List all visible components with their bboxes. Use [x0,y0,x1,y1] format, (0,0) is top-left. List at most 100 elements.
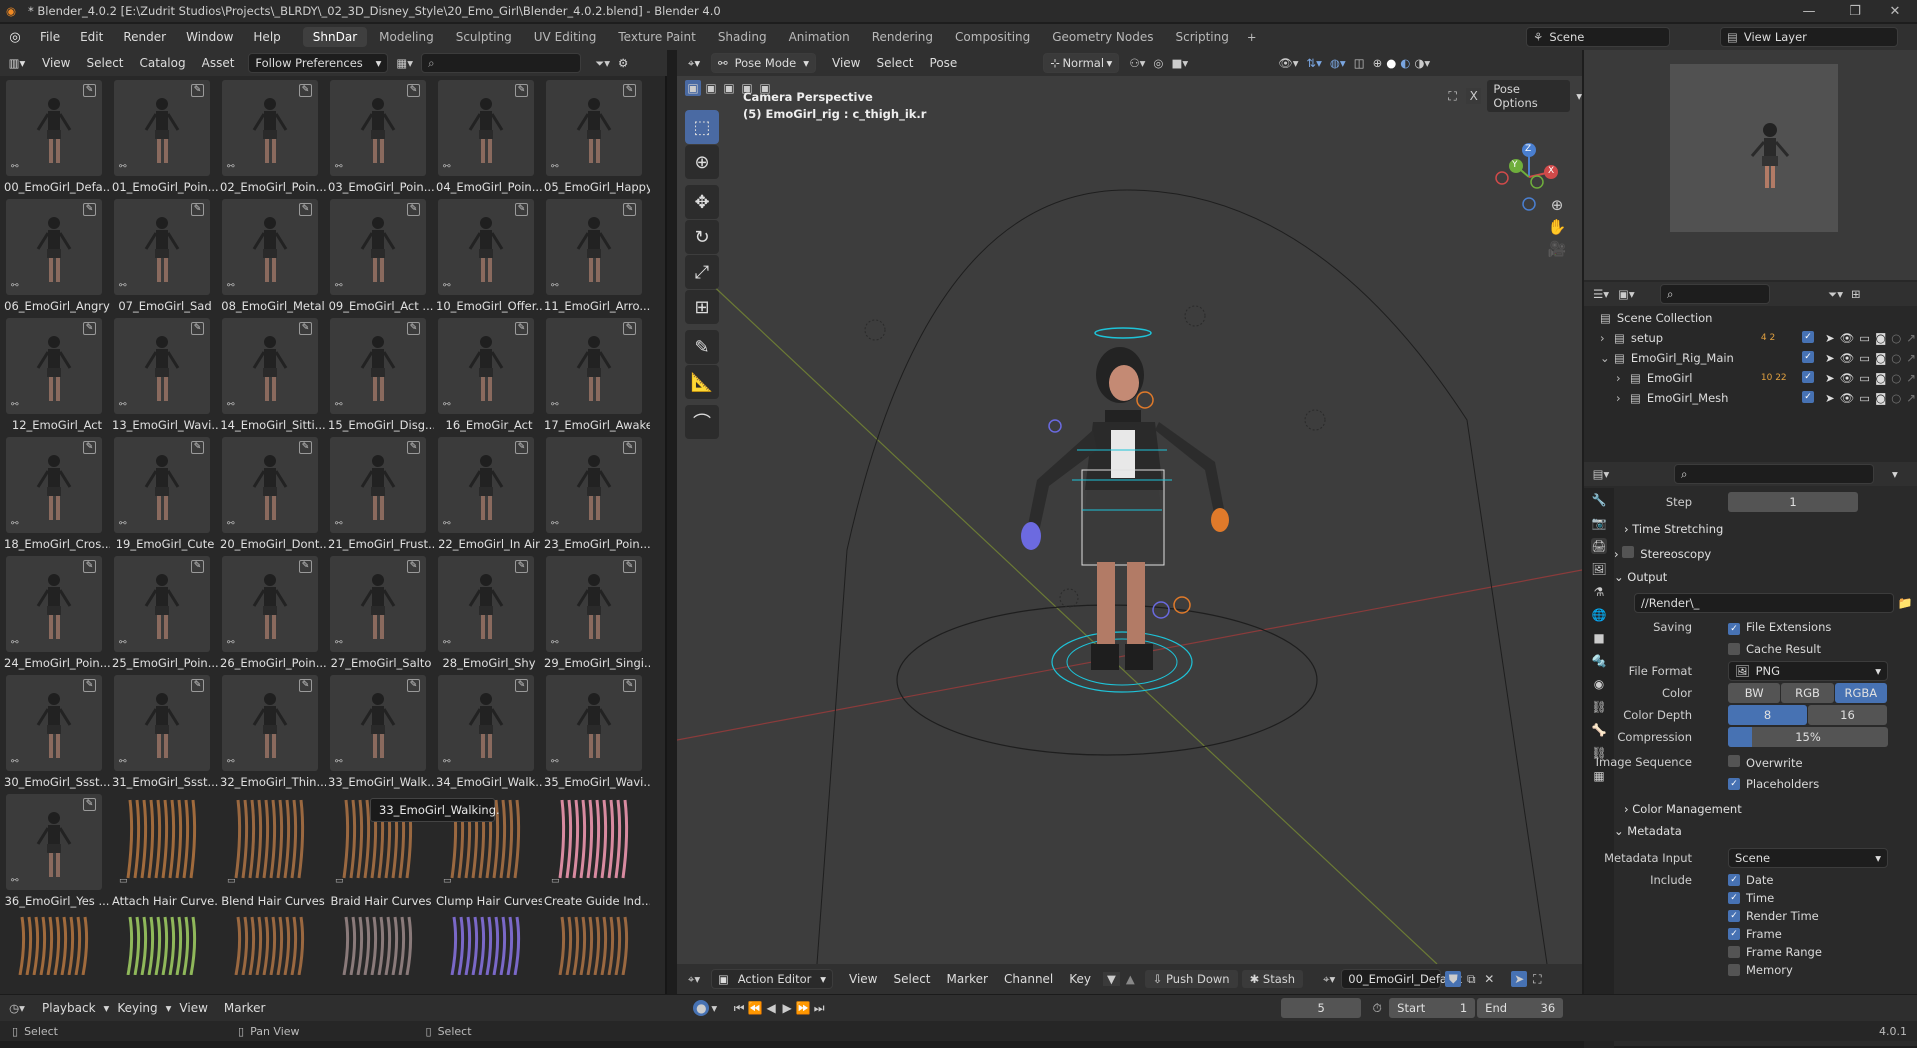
asset-tile[interactable]: ✎ ⚯ 16_EmoGir_Act [436,318,536,435]
tab-shndar[interactable]: ShnDar [302,27,368,47]
shading-material-icon[interactable]: ◐ [1400,56,1410,70]
bone-tab-icon[interactable]: 🦴 [1591,722,1607,738]
asset-tile[interactable]: ✎ ⚯ 33_EmoGirl_Walk... [328,675,434,792]
edit-icon[interactable]: ✎ [515,322,528,335]
include-toggle[interactable]: ✓ Time [1728,888,1774,908]
asset-tile[interactable]: ▭ Create Guide Ind... [544,794,650,911]
chevron-down-icon[interactable]: ▾ [1892,467,1898,481]
up-arrow-icon[interactable]: ▲ [1126,972,1135,986]
edit-icon[interactable]: ✎ [407,203,420,216]
ae-menu-key[interactable]: Key [1061,970,1099,988]
next-keyframe-icon[interactable]: ⏩ [795,1000,811,1016]
fake-user-icon[interactable]: ⛊ [1445,971,1462,987]
output-path-field[interactable]: //Render\_ [1634,593,1894,613]
asset-tile[interactable]: ✎ ⚯ 01_EmoGirl_Poin... [112,80,218,197]
edit-icon[interactable]: ✎ [191,84,204,97]
file-format-dropdown[interactable]: 🖼 PNG ▾ [1728,661,1888,681]
edit-icon[interactable]: ✎ [623,441,636,454]
asset-tile[interactable]: ✎ ⚯ 29_EmoGirl_Singi... [544,556,650,673]
asset-tile[interactable]: ✎ ⚯ 23_EmoGirl_Poin... [544,437,650,554]
include-toggle[interactable]: ✓ Frame [1728,924,1782,944]
pose-tool-icon[interactable]: ⌒ [685,405,719,439]
xray-icon[interactable]: ◫ [1354,56,1365,70]
only-selected-icon[interactable]: ➤ [1511,971,1528,987]
outliner-row[interactable]: ⌄ ▤ EmoGirl_Rig_Main ✓ ➤ 👁 ▭ ◙ ○ ↗ [1584,348,1917,368]
asset-tile[interactable]: ✎ ⚯ 20_EmoGirl_Dont... [220,437,326,554]
asset-search-input[interactable]: ⌕ [421,53,582,73]
editor-type-icon[interactable]: ⌖▾ [677,56,711,71]
asset-thumbnail[interactable] [114,913,210,975]
edit-icon[interactable]: ✎ [299,441,312,454]
exclude-checkbox[interactable]: ✓ [1802,371,1814,383]
monitor-icon[interactable]: ▭ [1859,331,1870,345]
object-tab-icon[interactable]: ■ [1591,630,1607,646]
edit-icon[interactable]: ✎ [83,679,96,692]
asset-tile[interactable]: ✎ ⚯ 09_EmoGirl_Act ... [328,199,433,316]
transform-tool-icon[interactable]: ⊞ [685,290,719,324]
edit-icon[interactable]: ✎ [299,560,312,573]
asset-tile[interactable]: ✎ ⚯ 19_EmoGirl_Cute [112,437,214,554]
tab-geometry-nodes[interactable]: Geometry Nodes [1042,27,1163,47]
edit-icon[interactable]: ✎ [191,322,204,335]
eye-icon[interactable]: 👁 [1840,391,1855,405]
eye-icon[interactable]: 👁 [1840,351,1855,365]
select-arrow-icon[interactable]: ➤ [1825,371,1835,385]
action-browse-icon[interactable]: ⌖▾ [1323,972,1335,987]
action-editor-mode-dropdown[interactable]: ▣ Action Editor ▾ [711,969,833,989]
outliner-row[interactable]: › ▤ setup 4 2 ✓ ➤ 👁 ▭ ◙ ○ ↗ [1584,328,1917,348]
color-management-panel[interactable]: › Color Management [1624,802,1742,816]
asset-thumbnail[interactable] [6,913,102,975]
asset-tile[interactable]: ✎ ⚯ 10_EmoGirl_Offer... [436,199,542,316]
edit-icon[interactable]: ✎ [407,679,420,692]
camera-view-icon[interactable]: 🎥 [1548,240,1567,258]
measure-tool-icon[interactable]: 📐 [685,365,719,399]
vp-menu-pose[interactable]: Pose [922,54,966,72]
folder-icon[interactable]: 📁 [1897,595,1913,611]
expand-arrow-icon[interactable]: ⌄ [1600,351,1614,365]
edit-icon[interactable]: ✎ [83,84,96,97]
current-frame-field[interactable]: 5 [1281,998,1362,1018]
edit-icon[interactable]: ✎ [515,441,528,454]
outliner-scene-collection[interactable]: ▤ Scene Collection [1584,308,1917,328]
include-toggle[interactable]: Frame Range [1728,942,1822,962]
include-toggle[interactable]: Memory [1728,960,1793,980]
asset-thumbnail[interactable] [438,913,534,975]
annotate-tool-icon[interactable]: ✎ [685,330,719,364]
indirect-icon[interactable]: ↗ [1906,331,1916,345]
edit-icon[interactable]: ✎ [407,322,420,335]
overwrite-toggle[interactable]: Overwrite [1728,754,1803,770]
indirect-icon[interactable]: ↗ [1906,391,1916,405]
action-name-field[interactable]: 00_EmoGirl_Default [1341,969,1462,989]
ae-menu-select[interactable]: Select [885,970,938,988]
close-icon[interactable]: ✕ [1872,0,1917,22]
edit-icon[interactable]: ✎ [623,322,636,335]
cache-result-toggle[interactable]: Cache Result [1728,639,1821,659]
library-dropdown[interactable]: Follow Preferences ▾ [248,53,389,73]
scale-tool-icon[interactable]: ⤢ [685,255,719,289]
exclude-checkbox[interactable]: ✓ [1802,391,1814,403]
step-field[interactable]: 1 [1728,492,1858,512]
tab-scripting[interactable]: Scripting [1165,27,1238,47]
timeline-menu-view[interactable]: View [171,999,215,1017]
stereoscopy-checkbox[interactable] [1622,546,1635,558]
menu-file[interactable]: File [30,30,70,44]
compression-slider[interactable]: 15% [1728,727,1888,747]
unlink-action-icon[interactable]: ✕ [1481,971,1497,987]
tab-sculpting[interactable]: Sculpting [446,27,522,47]
tab-modeling[interactable]: Modeling [369,27,444,47]
asset-tile[interactable]: ✎ ⚯ 28_EmoGirl_Shy [436,556,536,673]
edit-icon[interactable]: ✎ [623,203,636,216]
add-workspace-icon[interactable]: + [1241,30,1263,44]
asset-tile[interactable]: ✎ ⚯ 04_EmoGirl_Poin... [436,80,542,197]
file-extensions-toggle[interactable]: ✓ File Extensions [1728,620,1831,635]
vp-menu-select[interactable]: Select [868,54,921,72]
shading-solid-icon[interactable]: ● [1386,56,1396,70]
asset-tile[interactable]: ✎ ⚯ 32_EmoGirl_Thin... [220,675,326,792]
asset-tile[interactable]: ✎ ⚯ 31_EmoGirl_Ssst... [112,675,218,792]
edit-icon[interactable]: ✎ [299,679,312,692]
menu-edit[interactable]: Edit [70,30,113,44]
include-toggle[interactable]: ✓ Render Time [1728,906,1819,926]
orientation-dropdown[interactable]: ⊹ Normal ▾ [1043,53,1120,73]
asset-tile[interactable]: ✎ ⚯ 36_EmoGirl_Yes ... [4,794,109,911]
overlay-icon[interactable]: ◍▾ [1330,56,1346,70]
